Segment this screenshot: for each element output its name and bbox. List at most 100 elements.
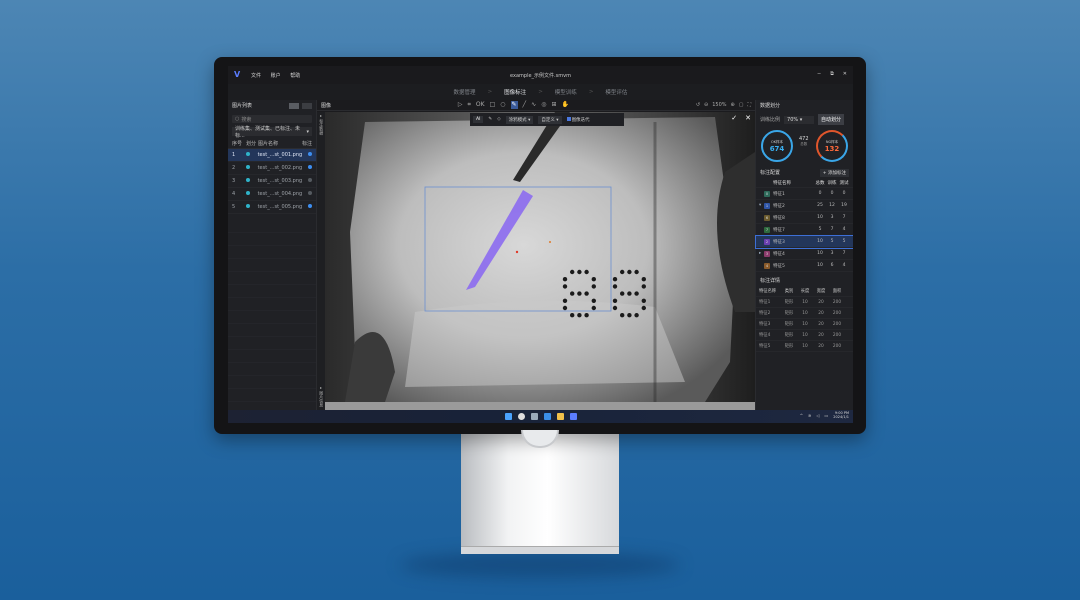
detail-row[interactable]: 特征3 矩形 10 20 200 bbox=[756, 319, 853, 330]
grid-view-icon[interactable] bbox=[302, 102, 312, 109]
feature-row[interactable]: 4 特征5 10 6 4 bbox=[756, 260, 853, 272]
iterate-checkbox[interactable]: 图像迭代 bbox=[566, 116, 590, 123]
detail-row[interactable]: 特征4 矩形 10 20 200 bbox=[756, 330, 853, 341]
step-data-management[interactable]: 数据管理 bbox=[454, 88, 476, 96]
menu-file[interactable]: 文件 bbox=[251, 73, 261, 79]
total-count: 472 总数 bbox=[799, 136, 809, 147]
custom-select[interactable]: 自定义 ▾ bbox=[538, 115, 562, 124]
feature-row[interactable]: 0 特征1 0 0 0 bbox=[756, 188, 853, 200]
hand-tool-icon[interactable]: ✋ bbox=[561, 101, 568, 109]
detail-cell: 10 bbox=[802, 343, 808, 349]
brush-tool-icon[interactable]: ✎ bbox=[510, 101, 518, 109]
chevron-up-icon[interactable]: ^ bbox=[800, 413, 803, 418]
ai-button[interactable]: AI bbox=[473, 116, 484, 123]
mode-select[interactable]: 涂鸦模式 ▾ bbox=[505, 115, 534, 124]
widgets-icon[interactable] bbox=[543, 413, 551, 420]
pen-icon[interactable]: ✎ bbox=[488, 117, 492, 122]
clock[interactable]: 9:00 PM 2024/1/1 bbox=[833, 411, 849, 419]
digit-dot bbox=[570, 269, 575, 275]
fit-icon[interactable]: ▢ bbox=[739, 102, 744, 108]
ratio-select[interactable]: 70% ▾ bbox=[784, 115, 815, 124]
image-row[interactable]: 4 test_...st_004.png bbox=[228, 188, 316, 201]
cancel-icon[interactable]: ✕ bbox=[745, 114, 751, 122]
image-canvas[interactable]: AI ✎ ◇ 涂鸦模式 ▾ 自定义 ▾ 图像迭代 ✓ ✕ bbox=[325, 112, 755, 410]
image-row[interactable]: 5 test_...st_005.png bbox=[228, 201, 316, 214]
fullscreen-icon[interactable]: ⛶ bbox=[747, 102, 751, 108]
auto-split-button[interactable]: 自动划分 bbox=[818, 114, 845, 125]
target-tool-icon[interactable]: ◎ bbox=[541, 101, 546, 109]
feature-row[interactable]: 6 特征8 10 3 7 bbox=[756, 212, 853, 224]
feature-row[interactable]: 7 特征7 5 7 4 bbox=[756, 224, 853, 236]
maximize-icon[interactable]: ⧉ bbox=[830, 71, 834, 77]
feature-name: 特征1 bbox=[773, 191, 785, 197]
zoom-in-icon[interactable]: ⊕ bbox=[731, 102, 735, 108]
list-view-icon[interactable] bbox=[289, 102, 299, 109]
image-row[interactable]: 2 test_...st_002.png bbox=[228, 162, 316, 175]
zoom-out-icon[interactable]: ⊖ bbox=[704, 102, 708, 108]
line-tool-icon[interactable]: ╱ bbox=[523, 101, 527, 109]
battery-icon[interactable]: ▭ bbox=[824, 413, 828, 418]
annotation-float-toolbar: AI ✎ ◇ 涂鸦模式 ▾ 自定义 ▾ 图像迭代 bbox=[470, 113, 624, 126]
check-icon[interactable]: ✓ bbox=[731, 114, 737, 122]
feature-row[interactable]: ▸ 3 特征4 10 3 7 bbox=[756, 248, 853, 260]
feature-total: 10 bbox=[817, 239, 823, 244]
detail-cell: 20 bbox=[818, 332, 824, 338]
add-annotation-button[interactable]: + 添加标注 bbox=[819, 168, 849, 177]
data-split-panel: 数据划分 训练比例 70% ▾ 自动划分 OK样本 674 472 总数 NG样… bbox=[755, 100, 853, 410]
ellipse-tool-icon[interactable]: ○ bbox=[500, 101, 505, 109]
annotation-data-tab[interactable]: ▸ 标注数据 bbox=[318, 113, 324, 136]
feature-train: 12 bbox=[829, 203, 835, 208]
volume-icon[interactable]: ◁ bbox=[816, 413, 819, 418]
workspace: 图片列表 ○ 搜索 训练集、测试集、已标注、未标... ▾ 序号 划分 图片名称… bbox=[228, 100, 853, 410]
detail-row[interactable]: 特征5 矩形 10 20 200 bbox=[756, 341, 853, 352]
search-input[interactable]: ○ 搜索 bbox=[232, 115, 312, 123]
feature-row[interactable]: 2 特征3 10 5 5 bbox=[755, 235, 853, 249]
app-taskbar-icon[interactable] bbox=[569, 413, 577, 420]
digit-dot bbox=[562, 298, 568, 303]
eraser-icon[interactable]: ◇ bbox=[497, 117, 500, 122]
wifi-icon[interactable]: ≋ bbox=[808, 413, 811, 418]
zoom-level: 150% bbox=[712, 102, 727, 108]
task-view-icon[interactable] bbox=[530, 413, 538, 420]
inspection-image bbox=[325, 112, 755, 402]
detail-table: 特征名称 类别 长度 宽度 面积 特征1 矩形 10 20 200 特征2 矩形 10 20 20… bbox=[756, 286, 853, 352]
step-image-annotation[interactable]: 图像标注 bbox=[504, 88, 526, 96]
crop-tool-icon[interactable]: ⌗ bbox=[468, 101, 471, 109]
close-icon[interactable]: ✕ bbox=[843, 71, 847, 77]
rectangle-tool-icon[interactable]: □ bbox=[490, 101, 496, 109]
filter-select[interactable]: 训练集、测试集、已标注、未标... ▾ bbox=[232, 126, 312, 139]
detail-cell: 20 bbox=[818, 321, 824, 327]
reset-icon[interactable]: ↺ bbox=[696, 102, 700, 108]
ok-tool-icon[interactable]: OK bbox=[476, 101, 485, 109]
feature-name: 特征3 bbox=[773, 239, 785, 245]
menu-bar: 文件 账户 帮助 bbox=[243, 72, 300, 79]
window-controls: − ⧉ ✕ bbox=[817, 71, 847, 77]
feature-total: 0 bbox=[818, 191, 822, 196]
search-icon[interactable] bbox=[517, 413, 525, 420]
feature-row[interactable]: ▾ 1 特征2 25 12 19 bbox=[756, 200, 853, 212]
file-explorer-icon[interactable] bbox=[556, 413, 564, 420]
image-info-tab[interactable]: ▸ 图片信息 bbox=[318, 385, 324, 408]
minimize-icon[interactable]: − bbox=[817, 71, 821, 77]
window-title: example_示例文件.smvm bbox=[510, 72, 571, 79]
detail-row[interactable]: 特征1 矩形 10 20 200 bbox=[756, 297, 853, 308]
grid-tool-icon[interactable]: ⊞ bbox=[551, 101, 556, 109]
start-icon[interactable] bbox=[504, 413, 512, 420]
image-toolbar: 图像 ▷ ⌗ OK □ ○ ✎ ╱ ∿ ◎ ⊞ ✋ ↺ ⊖ 150% ⊕ ▢ ⛶ bbox=[317, 100, 755, 111]
digit-dot bbox=[627, 291, 632, 296]
detail-row[interactable]: 特征2 矩形 10 20 200 bbox=[756, 308, 853, 319]
image-row[interactable]: 3 test_...st_003.png bbox=[228, 175, 316, 188]
feature-name: 特征2 bbox=[773, 203, 785, 209]
polyline-tool-icon[interactable]: ∿ bbox=[531, 101, 536, 109]
feature-test: 4 bbox=[842, 263, 846, 268]
step-model-training[interactable]: 模型训练 bbox=[555, 88, 577, 96]
detail-cell: 矩形 bbox=[784, 311, 794, 316]
step-model-evaluation[interactable]: 模型评估 bbox=[605, 88, 627, 96]
pointer-tool-icon[interactable]: ▷ bbox=[458, 101, 463, 109]
digit-dot bbox=[627, 313, 632, 318]
menu-help[interactable]: 帮助 bbox=[290, 73, 300, 79]
image-row[interactable]: 1 test_...st_001.png bbox=[228, 149, 316, 162]
feature-id: 4 bbox=[764, 262, 770, 269]
menu-account[interactable]: 账户 bbox=[271, 73, 281, 79]
digit-dot bbox=[562, 277, 568, 282]
